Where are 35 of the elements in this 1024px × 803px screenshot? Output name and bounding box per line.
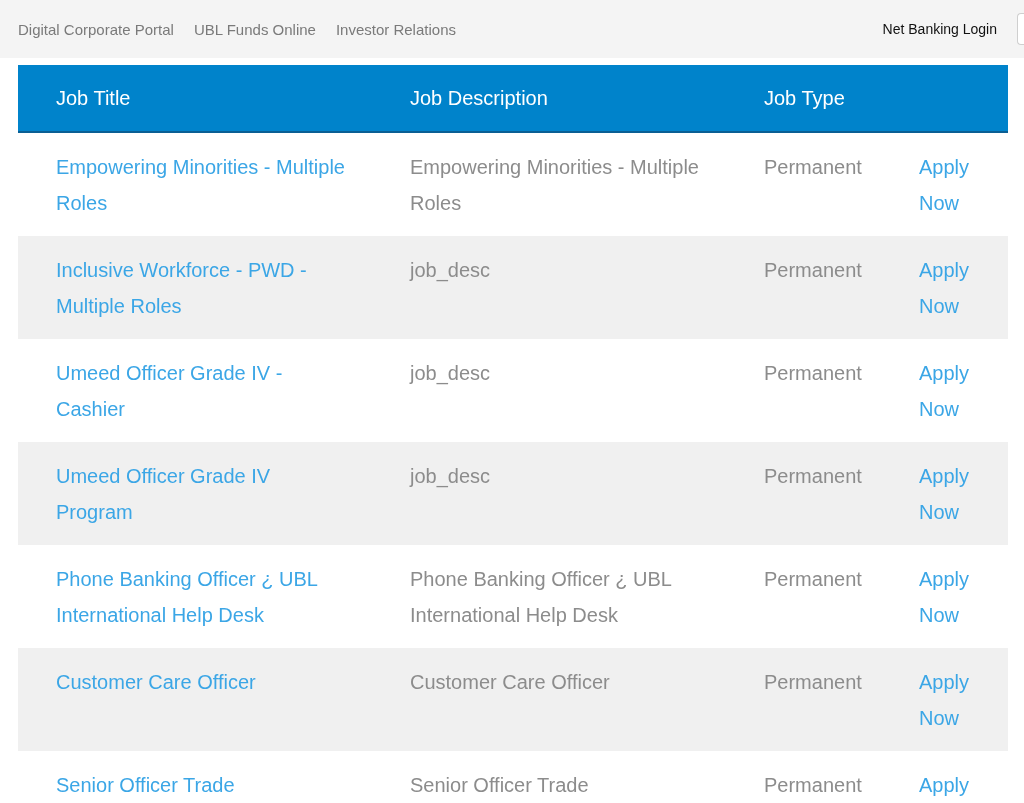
column-header: Job Title [55,86,132,110]
apply-now-link[interactable]: Apply Now [919,252,979,324]
job-description: Customer Care Officer [410,670,611,695]
net-banking-login-link[interactable]: Net Banking Login [882,21,997,37]
column-header: Job Type [763,86,846,110]
nav-link[interactable]: Digital Corporate Portal [18,20,174,38]
job-type: Permanent [764,773,863,798]
job-description: Senior Officer Trade [410,773,590,798]
job-title-link[interactable]: Senior Officer Trade [56,767,346,803]
nav-link[interactable]: UBL Funds Online [193,20,316,38]
apply-now-link[interactable]: Apply Now [919,561,979,633]
job-title-link[interactable]: Customer Care Officer [56,664,346,700]
job-type: Permanent [764,361,863,386]
job-type: Permanent [764,670,863,695]
apply-now-link[interactable]: Apply Now [919,458,979,530]
job-title-link[interactable]: Umeed Officer Grade IV Program [56,458,346,530]
job-type: Permanent [764,464,863,489]
job-title-link[interactable]: Phone Banking Officer ¿ UBL International Help Desk [56,561,346,633]
apply-now-link[interactable]: Apply Now [919,664,979,736]
nav-link[interactable]: Investor Relations [335,20,456,38]
job-description: job_desc [410,361,492,387]
job-description: Empowering Minorities - Multiple Roles [410,155,700,216]
job-description: job_desc [410,464,492,490]
job-type: Permanent [764,258,863,283]
apply-now-link[interactable]: Apply Now [919,355,979,427]
apply-now-link[interactable]: Apply Now [919,149,979,221]
job-title-link[interactable]: Umeed Officer Grade IV - Cashier [56,355,346,427]
job-description: job_desc [410,258,492,284]
job-title-link[interactable]: Inclusive Workforce - PWD - Multiple Roles [56,252,346,324]
job-title-link[interactable]: Empowering Minorities - Multiple Roles [56,149,346,221]
job-description: Phone Banking Officer ¿ UBL International Help Desk [410,567,673,628]
job-type: Permanent [764,155,863,180]
job-type: Permanent [764,567,863,592]
apply-now-link[interactable]: Apply [919,767,979,803]
column-header: Job Description [409,86,549,110]
